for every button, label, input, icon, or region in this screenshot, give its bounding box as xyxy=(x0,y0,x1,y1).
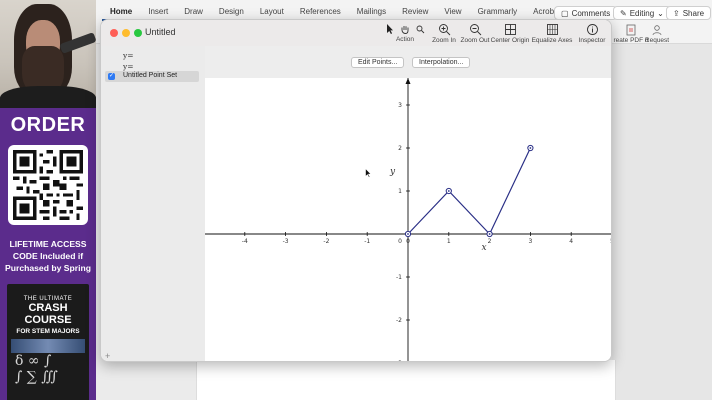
x-tick-label: 2 xyxy=(488,238,492,245)
y-tick-label: -1 xyxy=(396,274,402,281)
graph-plot-area[interactable]: -4 -3 -2 -1 0 1 2 3 4 5 -3 -2 -1 1 2 3 0 x y xyxy=(205,78,612,362)
title-bar[interactable]: Untitled Action Zoom In Zoom Out Center … xyxy=(101,20,611,46)
window-title: Untitled xyxy=(145,27,176,37)
data-point-center xyxy=(529,147,532,149)
zoom-out-icon xyxy=(469,24,481,36)
share-button[interactable]: ⇪ Share xyxy=(666,6,712,20)
x-tick-label: 4 xyxy=(569,238,573,245)
y-tick-label: -3 xyxy=(396,360,402,362)
zoom-out-button[interactable]: Zoom Out xyxy=(458,23,492,44)
equation-row[interactable]: y= xyxy=(123,51,134,60)
data-point-center xyxy=(488,233,491,235)
y-tick-label: 3 xyxy=(398,102,402,109)
x-tick-label: 0 xyxy=(406,238,410,245)
mouse-cursor-icon xyxy=(365,168,372,178)
action-button[interactable]: Action xyxy=(384,23,426,43)
x-tick-label: -3 xyxy=(283,238,289,245)
add-equation-button[interactable]: + xyxy=(105,351,110,361)
promo-text: LIFETIME ACCESS CODE Included if Purchas… xyxy=(5,239,91,273)
series-line xyxy=(407,147,531,236)
inspector-button[interactable]: Inspector xyxy=(575,23,609,44)
hand-icon xyxy=(401,26,408,34)
order-title: ORDER xyxy=(10,114,86,136)
y-axis-label: y xyxy=(389,167,396,177)
x-tick-label: 1 xyxy=(447,238,451,245)
y-axis-arrow xyxy=(405,78,411,84)
editing-button[interactable]: ✎ Editing ⌄ xyxy=(613,6,671,20)
comments-button[interactable]: ▢ Comments xyxy=(554,6,618,20)
y-tick-label: -2 xyxy=(396,317,402,324)
data-point-center xyxy=(447,190,450,192)
word-document-area xyxy=(612,44,712,400)
equation-sidebar: y= y= ✓ Untitled Point Set + xyxy=(101,46,205,361)
edit-points-button[interactable]: Edit Points... xyxy=(351,57,405,68)
x-axis-label: x xyxy=(481,243,486,253)
data-point-center xyxy=(407,233,409,235)
zoom-in-button[interactable]: Zoom In xyxy=(427,23,461,44)
signature-icon xyxy=(652,25,662,36)
qr-code xyxy=(8,145,88,225)
math-symbols-image: δ ∞ ∫ ∫ ∑ ∭ xyxy=(15,353,58,385)
qr-code-icon xyxy=(13,150,83,220)
word-document-page[interactable] xyxy=(196,360,616,400)
book-cover: THE ULTIMATE CRASH COURSE FOR STEM MAJOR… xyxy=(7,284,89,400)
x-tick-label: 3 xyxy=(528,238,532,245)
equalize-axes-button[interactable]: Equalize Axes xyxy=(531,23,573,44)
equalize-axes-icon xyxy=(546,24,558,35)
arrow-pointer-icon xyxy=(386,24,393,34)
x-tick-label: -2 xyxy=(323,238,329,245)
x-tick-label: 5 xyxy=(610,238,612,245)
y-tick-label: 2 xyxy=(398,145,402,152)
share-icon: ⇪ xyxy=(673,8,680,18)
point-set-label: Untitled Point Set xyxy=(123,72,178,79)
comment-icon: ▢ xyxy=(561,8,569,18)
graph-canvas[interactable]: -4 -3 -2 -1 0 1 2 3 4 5 -3 -2 -1 1 2 3 0 x y xyxy=(205,78,612,362)
equation-row[interactable]: y= xyxy=(123,62,134,71)
center-origin-icon xyxy=(504,24,516,35)
x-tick-label: -4 xyxy=(242,238,248,245)
minimize-window-button[interactable] xyxy=(122,29,130,37)
graph-window[interactable]: Untitled Action Zoom In Zoom Out Center … xyxy=(100,19,612,362)
interpolation-button[interactable]: Interpolation... xyxy=(412,57,471,68)
point-set-checkbox[interactable]: ✓ xyxy=(108,73,115,80)
chevron-down-icon: ⌄ xyxy=(657,8,664,18)
webcam-feed xyxy=(0,0,96,108)
info-icon xyxy=(586,24,598,35)
promo-panel: ORDER LIFETIME ACCESS CODE Included if P… xyxy=(0,0,96,400)
zoom-window-button[interactable] xyxy=(134,29,142,37)
center-origin-button[interactable]: Center Origin xyxy=(489,23,531,44)
zoom-in-icon xyxy=(438,24,450,36)
close-window-button[interactable] xyxy=(110,29,118,37)
origin-tick-label: 0 xyxy=(398,238,402,245)
point-set-toolbar: Edit Points... Interpolation... xyxy=(205,46,611,78)
x-tick-label: -1 xyxy=(364,238,370,245)
y-tick-label: 1 xyxy=(398,188,402,195)
magnifier-icon xyxy=(416,25,424,33)
point-set-row[interactable]: ✓ Untitled Point Set xyxy=(105,71,199,82)
pencil-icon: ✎ xyxy=(620,8,627,18)
